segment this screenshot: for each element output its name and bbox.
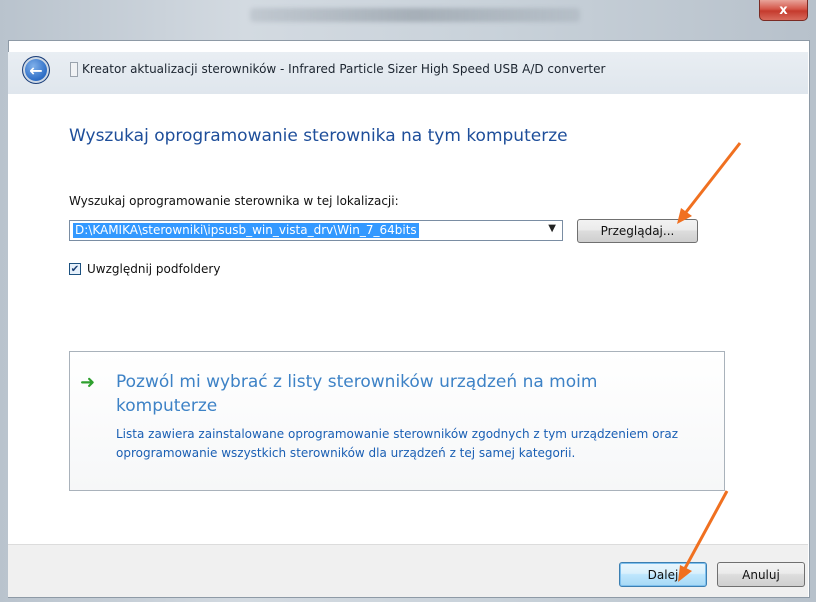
annotation-arrow-next [678,490,729,582]
annotation-arrows [677,142,742,582]
annotation-arrow-browse [677,142,742,224]
